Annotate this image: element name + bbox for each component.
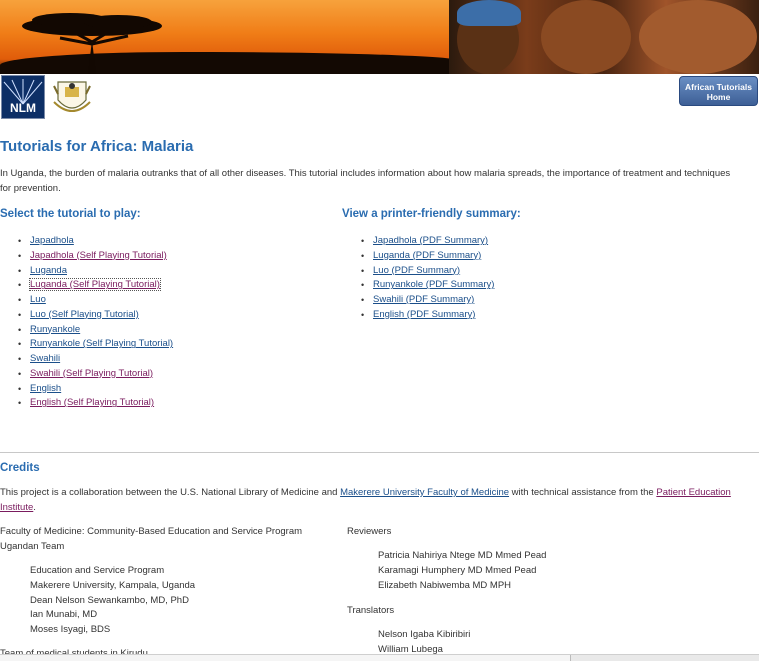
reviewers-heading: Reviewers [347,526,392,537]
intro-text: In Uganda, the burden of malaria outrank… [0,168,731,194]
pdf-link-runyankole[interactable]: Runyankole (PDF Summary) [373,279,494,290]
tutorial-link-luo-self-playing[interactable]: Luo (Self Playing Tutorial) [30,309,139,320]
translator: Nelson Igaba Kibiribiri [378,629,471,640]
team-member: Dean Nelson Sewankambo, MD, PhD [30,595,189,606]
team-member: Moses Isyagi, BDS [30,624,111,635]
list-item: English (PDF Summary) [361,308,494,323]
pdf-link-luganda[interactable]: Luganda (PDF Summary) [373,250,481,261]
makerere-crest-logo[interactable] [50,76,94,118]
pdf-link-luo[interactable]: Luo (PDF Summary) [373,265,460,276]
acacia-tree-graphic [22,13,162,74]
reviewer: Elizabeth Nabiwemba MD MPH [378,580,512,591]
collab-prefix: This project is a collaboration between … [0,487,341,498]
section-divider [0,452,759,453]
list-item: Luo [18,293,173,308]
tutorial-link-runyankole[interactable]: Runyankole [30,324,80,335]
list-item: Runyankole (PDF Summary) [361,278,494,293]
team-member: Makerere University, Kampala, Uganda [30,580,196,591]
collab-middle: with technical assistance from the [509,487,657,498]
collaboration-text: This project is a collaboration between … [0,485,745,515]
african-tutorials-home-button[interactable]: African Tutorials Home [679,76,758,106]
team-member: Education and Service Program [30,565,165,576]
list-item: Runyankole [18,323,173,338]
faculty-heading: Faculty of Medicine: Community-Based Edu… [0,526,303,537]
list-item: Swahili (Self Playing Tutorial) [18,367,173,382]
list-item: Luganda [18,264,173,279]
tutorial-link-luganda-self-playing[interactable]: Luganda (Self Playing Tutorial) [29,278,161,292]
tutorial-link-japadhola[interactable]: Japadhola [30,235,74,246]
smiling-people-photo [449,0,759,74]
scrollbar-thumb[interactable] [0,655,571,661]
header-banner [0,0,759,74]
tutorial-list: Japadhola Japadhola (Self Playing Tutori… [18,234,173,411]
list-item: English [18,382,173,397]
list-item: Japadhola (PDF Summary) [361,234,494,249]
list-item: Luo (Self Playing Tutorial) [18,308,173,323]
list-item: Japadhola [18,234,173,249]
pdf-link-english[interactable]: English (PDF Summary) [373,309,475,320]
list-item: English (Self Playing Tutorial) [18,396,173,411]
tutorial-link-swahili-self-playing[interactable]: Swahili (Self Playing Tutorial) [30,368,153,379]
summaries-heading: View a printer-friendly summary: [342,208,521,220]
pdf-link-japadhola[interactable]: Japadhola (PDF Summary) [373,235,488,246]
tutorial-link-japadhola-self-playing[interactable]: Japadhola (Self Playing Tutorial) [30,250,167,261]
list-item: Luganda (PDF Summary) [361,249,494,264]
pdf-link-swahili[interactable]: Swahili (PDF Summary) [373,294,474,305]
list-item: Swahili (PDF Summary) [361,293,494,308]
credits-heading: Credits [0,462,40,474]
tutorial-link-luganda[interactable]: Luganda [30,265,67,276]
tutorial-link-swahili[interactable]: Swahili [30,353,60,364]
tutorial-link-luo[interactable]: Luo [30,294,46,305]
summary-list: Japadhola (PDF Summary) Luganda (PDF Sum… [361,234,494,323]
list-item: Japadhola (Self Playing Tutorial) [18,249,173,264]
tutorials-heading: Select the tutorial to play: [0,208,141,220]
translators-heading: Translators [347,605,395,616]
collab-suffix: . [33,502,36,513]
nlm-logo-text: NLM [10,101,36,115]
list-item: Swahili [18,352,173,367]
makerere-faculty-link[interactable]: Makerere University Faculty of Medicine [340,487,509,498]
page-title: Tutorials for Africa: Malaria [0,138,194,155]
list-item: Runyankole (Self Playing Tutorial) [18,337,173,352]
ugandan-team-heading: Ugandan Team [0,541,65,552]
nlm-logo[interactable]: NLM [1,75,45,119]
reviewer: Patricia Nahiriya Ntege MD Mmed Pead [378,550,547,561]
reviewer: Karamagi Humphery MD Mmed Pead [378,565,537,576]
horizontal-scrollbar[interactable] [0,654,759,661]
tutorial-link-runyankole-self-playing[interactable]: Runyankole (Self Playing Tutorial) [30,338,173,349]
list-item: Luganda (Self Playing Tutorial) [18,278,173,293]
list-item: Luo (PDF Summary) [361,264,494,279]
tutorial-link-english-self-playing[interactable]: English (Self Playing Tutorial) [30,397,154,408]
team-member: Ian Munabi, MD [30,609,98,620]
tutorial-link-english[interactable]: English [30,383,61,394]
